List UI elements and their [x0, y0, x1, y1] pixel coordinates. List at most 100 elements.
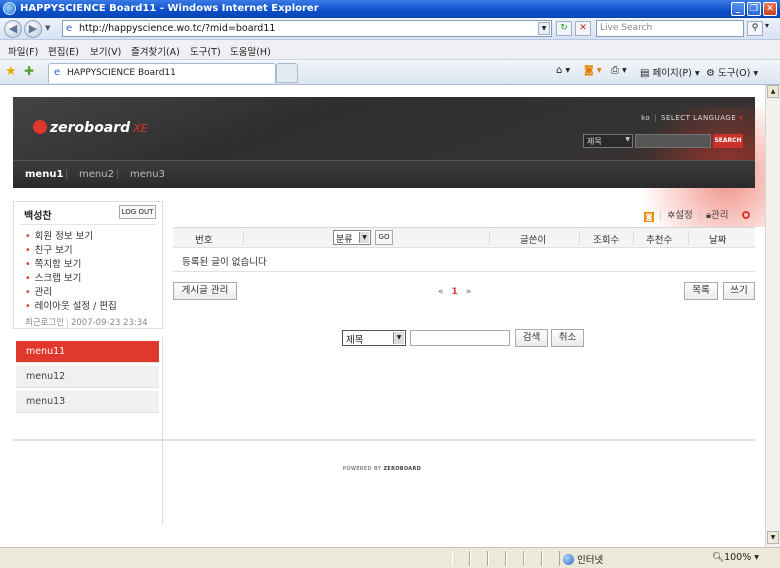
tab-happyscience[interactable]: e HAPPYSCIENCE Board11: [48, 63, 276, 83]
login-menu-member-info[interactable]: • 회원 정보 보기: [25, 228, 93, 242]
logo-text: zeroboard: [50, 120, 131, 136]
powered-by[interactable]: POWERED BY ZEROBOARD: [343, 466, 421, 472]
scroll-down-icon[interactable]: ▼: [767, 531, 779, 544]
login-menu-layout[interactable]: • 레이아웃 설정 / 편집: [25, 298, 117, 312]
ie-logo-icon: [3, 2, 16, 15]
minimize-button[interactable]: _: [731, 2, 745, 16]
menu-view[interactable]: 보기(V): [90, 44, 121, 58]
xe-icon[interactable]: [741, 211, 750, 219]
board-search-select[interactable]: 제목 ▼: [342, 330, 406, 346]
submenu-menu12[interactable]: menu12: [16, 366, 159, 388]
login-menu-friends[interactable]: • 친구 보기: [25, 242, 73, 256]
new-tab-button[interactable]: [276, 63, 298, 83]
write-button[interactable]: 쓰기: [723, 282, 755, 300]
last-login-time: 2007-09-23 23:34: [70, 318, 148, 328]
sub-menu: menu11 menu12 menu13: [13, 337, 163, 525]
security-zone[interactable]: 인터넷: [563, 552, 603, 566]
col-date[interactable]: 날짜: [709, 232, 726, 246]
address-bar: ◀ ▶ ▼ e http://happyscience.wo.tc/?mid=b…: [0, 18, 780, 40]
refresh-icon[interactable]: ↻: [556, 21, 572, 36]
status-cell: [524, 551, 542, 566]
login-menu-label: 레이아웃 설정 / 편집: [34, 301, 117, 312]
category-select[interactable]: 분류 ▼: [333, 230, 371, 245]
rss-icon[interactable]: ◙: [644, 212, 654, 222]
search-icon[interactable]: ⚲: [747, 21, 763, 36]
scroll-up-icon[interactable]: ▲: [767, 85, 779, 98]
col-author: 글쓴이: [520, 235, 547, 246]
url-field[interactable]: e http://happyscience.wo.tc/?mid=board11…: [62, 20, 552, 37]
window-titlebar: HAPPYSCIENCE Board11 - Windows Internet …: [0, 0, 780, 18]
zoom-level[interactable]: 🔍︎100% ▾: [712, 552, 759, 563]
powered-by-label: POWERED BY: [343, 466, 382, 472]
feeds-icon[interactable]: ◙ ▾: [584, 65, 602, 76]
chevron-down-icon: ▼: [393, 332, 404, 344]
menu-help[interactable]: 도움말(H): [230, 44, 271, 58]
nav-menu3[interactable]: menu3: [130, 169, 165, 180]
board-search-input[interactable]: [410, 330, 510, 346]
menu-tools[interactable]: 도구(T): [190, 44, 221, 58]
manage-posts-button[interactable]: 게시글 관리: [173, 282, 237, 300]
admin-link[interactable]: 🔒︎관리: [706, 210, 729, 221]
powered-by-brand: ZEROBOARD: [383, 466, 422, 472]
nav-menu2[interactable]: menu2: [79, 169, 114, 180]
login-menu-scrap[interactable]: • 스크랩 보기: [25, 270, 81, 284]
search-options-icon[interactable]: ▾: [765, 21, 769, 30]
status-cell: [542, 551, 560, 566]
zoom-icon: 🔍︎: [712, 552, 725, 563]
live-search-input[interactable]: Live Search: [596, 20, 744, 37]
board-cancel-button[interactable]: 취소: [551, 329, 584, 347]
menu-edit[interactable]: 편집(E): [48, 44, 79, 58]
nav-menu1[interactable]: menu1: [25, 169, 63, 180]
add-favorite-icon[interactable]: ✚: [24, 64, 34, 78]
status-cell: [506, 551, 524, 566]
first-page-link[interactable]: «: [438, 287, 444, 297]
close-window-button[interactable]: ✕: [763, 2, 777, 16]
forward-icon[interactable]: ▶: [24, 20, 42, 38]
menu-favorites[interactable]: 즐겨찾기(A): [131, 44, 180, 58]
current-page[interactable]: 1: [452, 287, 458, 297]
history-dropdown-icon[interactable]: ▼: [45, 24, 50, 32]
submenu-menu11[interactable]: menu11: [16, 341, 159, 363]
site-search-button[interactable]: SEARCH: [713, 134, 743, 148]
tab-bar: ★ ✚ e HAPPYSCIENCE Board11 ⌂ ▾ ◙ ▾ ⎙ ▾ ▤…: [0, 60, 780, 85]
column-divider: [688, 231, 689, 245]
logout-button[interactable]: LOG OUT: [119, 205, 156, 219]
lang-code: ko: [641, 114, 651, 122]
site-search-input[interactable]: [635, 134, 711, 148]
menu-file[interactable]: 파일(F): [8, 44, 38, 58]
login-menu-label: 관리: [34, 287, 53, 298]
col-votes[interactable]: 추천수: [646, 232, 672, 246]
nav-separator: |: [116, 169, 120, 180]
category-select-value: 분류: [336, 235, 353, 245]
board-empty-row: 등록된 글이 없습니다: [173, 248, 755, 272]
col-views[interactable]: 조회수: [593, 232, 619, 246]
window-title: HAPPYSCIENCE Board11 - Windows Internet …: [20, 3, 319, 14]
settings-link[interactable]: ✲설정: [667, 210, 692, 221]
url-dropdown-icon[interactable]: ▼: [538, 22, 550, 35]
column-divider: [579, 231, 580, 245]
page-viewport: zeroboard XE ko | SELECT LANGUAGE ▾ 제목 ▼ SE…: [0, 85, 765, 547]
home-icon[interactable]: ⌂ ▾: [556, 65, 570, 76]
site-logo[interactable]: zeroboard XE: [33, 120, 148, 136]
page-icon: e: [54, 67, 61, 78]
login-menu-admin[interactable]: • 관리: [25, 284, 52, 298]
tools-menu[interactable]: ⚙ 도구(O) ▾: [706, 65, 758, 79]
site-search-select[interactable]: 제목 ▼: [583, 134, 633, 148]
url-text[interactable]: http://happyscience.wo.tc/?mid=board11: [79, 23, 275, 34]
maximize-button[interactable]: ❐: [747, 2, 761, 16]
category-go-button[interactable]: GO: [375, 230, 393, 245]
language-selector[interactable]: ko | SELECT LANGUAGE ▾: [641, 114, 743, 122]
stop-icon[interactable]: ✕: [575, 21, 591, 36]
vertical-scrollbar[interactable]: ▲ ▼: [765, 85, 780, 547]
favorites-star-icon[interactable]: ★: [5, 64, 17, 79]
last-page-link[interactable]: »: [466, 287, 472, 297]
page-menu[interactable]: ▤ 페이지(P) ▾: [640, 65, 700, 79]
logo-suffix: XE: [133, 122, 148, 135]
board-search-button[interactable]: 검색: [515, 329, 548, 347]
column-divider: [243, 231, 244, 245]
back-icon[interactable]: ◀: [4, 20, 22, 38]
submenu-menu13[interactable]: menu13: [16, 391, 159, 413]
list-button[interactable]: 목록: [684, 282, 718, 300]
print-icon[interactable]: ⎙ ▾: [611, 65, 627, 76]
login-menu-messages[interactable]: • 쪽지함 보기: [25, 256, 81, 270]
